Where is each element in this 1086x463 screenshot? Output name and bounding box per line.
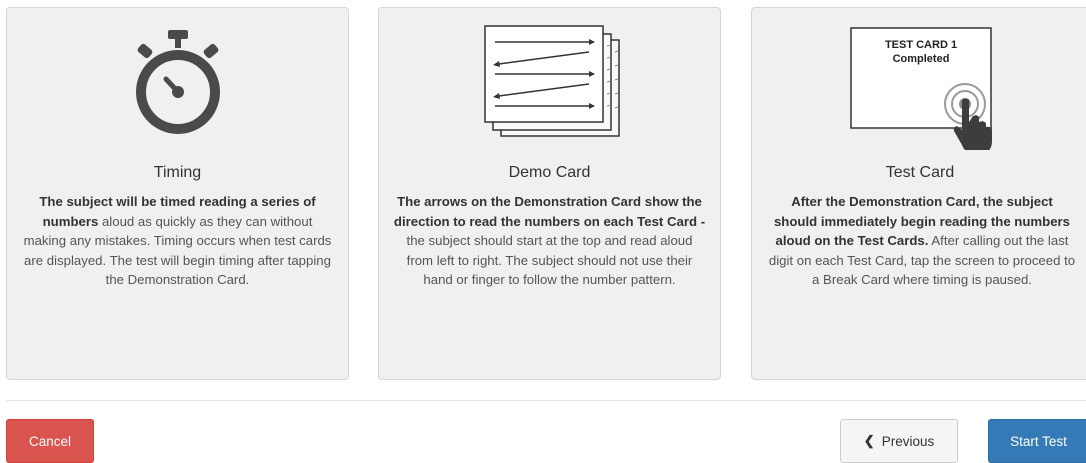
test-card-illustration-status: Completed bbox=[893, 53, 950, 65]
demo-card-illustration bbox=[379, 20, 720, 158]
test-card-title: Test Card bbox=[885, 164, 955, 181]
timing-title: Timing bbox=[153, 164, 202, 181]
cancel-button[interactable]: Cancel bbox=[6, 419, 94, 463]
timing-description: The subject will be timed reading a seri… bbox=[23, 194, 332, 287]
timing-card: Timing The subject will be timed reading… bbox=[6, 7, 349, 380]
stopwatch-icon bbox=[135, 30, 220, 134]
tap-test-card-icon: TEST CARD 1 Completed bbox=[850, 27, 992, 150]
demonstration-card-icon bbox=[483, 25, 620, 137]
cancel-button-label: Cancel bbox=[28, 433, 72, 449]
start-test-button[interactable]: Start Test bbox=[988, 419, 1086, 463]
demo-card-title: Demo Card bbox=[508, 164, 591, 181]
footer-divider bbox=[6, 400, 1086, 401]
previous-button[interactable]: ❮ Previous bbox=[840, 419, 958, 463]
test-card: TEST CARD 1 Completed Test Card After th… bbox=[751, 7, 1086, 380]
test-card-description: After the Demonstration Card, the subjec… bbox=[768, 194, 1076, 287]
test-card-illustration: TEST CARD 1 Completed bbox=[752, 20, 1086, 158]
timing-illustration bbox=[7, 20, 348, 158]
start-test-button-label: Start Test bbox=[1010, 433, 1067, 449]
chevron-left-icon: ❮ bbox=[863, 433, 875, 448]
instruction-cards: Timing The subject will be timed reading… bbox=[6, 7, 1086, 381]
test-card-illustration-title: TEST CARD 1 bbox=[885, 39, 957, 51]
previous-button-label: Previous bbox=[881, 433, 935, 449]
demo-card-description: The arrows on the Demonstration Card sho… bbox=[393, 194, 706, 287]
demo-card: Demo Card The arrows on the Demonstratio… bbox=[378, 7, 721, 380]
